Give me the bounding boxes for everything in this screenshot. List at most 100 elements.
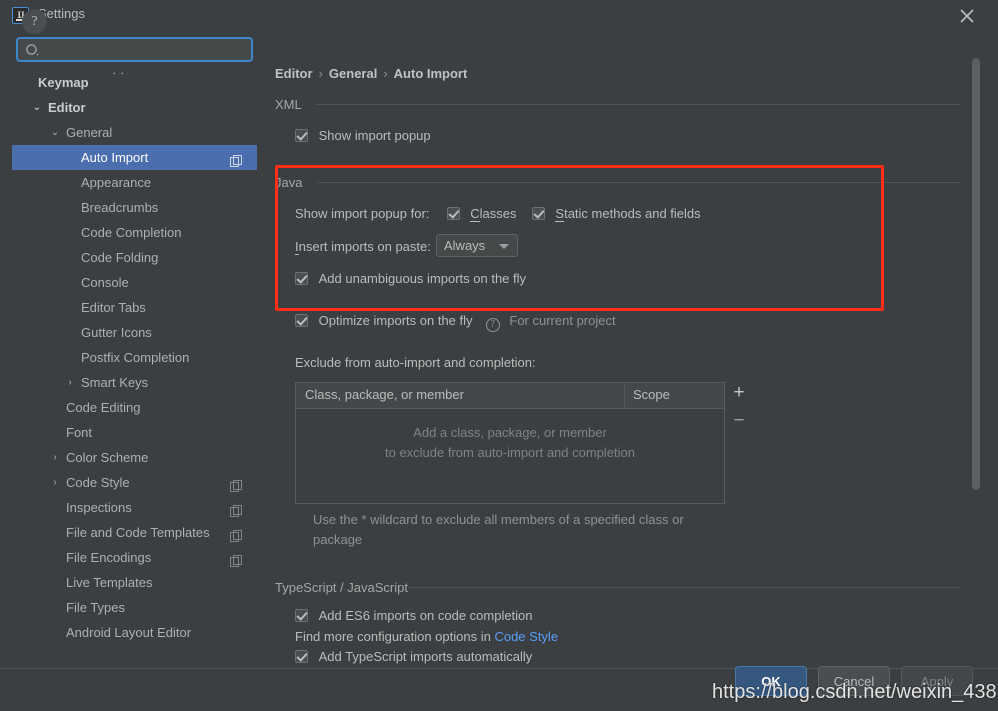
- dropdown-value-insert-imports: Always: [444, 238, 486, 253]
- sidebar-item-breadcrumbs[interactable]: Breadcrumbs: [12, 195, 257, 220]
- chevron-down-icon[interactable]: ⌄: [31, 95, 43, 120]
- sidebar-item-appearance[interactable]: Appearance: [12, 170, 257, 195]
- sidebar-item-label: Code Folding: [81, 250, 159, 265]
- checkbox-optimize-imports[interactable]: [295, 314, 308, 327]
- sidebar-item-label: Inspections: [66, 500, 132, 515]
- exclude-empty-line-1: Add a class, package, or member: [413, 425, 607, 440]
- checkbox-add-es6-imports[interactable]: [295, 609, 308, 622]
- exclude-table-header: Class, package, or member Scope: [296, 383, 724, 409]
- checkbox-label-static-methods-and-fields: Static methods and fields: [555, 206, 701, 222]
- remove-exclude-entry-button[interactable]: −: [729, 411, 749, 433]
- chevron-right-icon[interactable]: ›: [49, 470, 61, 495]
- sidebar-item-label: Gutter Icons: [81, 325, 152, 340]
- sidebar-item-inspections[interactable]: Inspections: [12, 495, 257, 520]
- checkbox-xml-show-import-popup[interactable]: [295, 129, 308, 142]
- column-divider[interactable]: [624, 383, 625, 409]
- help-button[interactable]: ?: [22, 9, 47, 34]
- breadcrumb-separator-1: ›: [318, 66, 323, 81]
- dropdown-insert-imports-on-paste[interactable]: Always: [436, 234, 518, 257]
- sidebar-item-font[interactable]: Font: [12, 420, 257, 445]
- search-icon: [25, 43, 41, 64]
- sidebar-item-label: Breadcrumbs: [81, 200, 159, 215]
- section-rule-java: [317, 182, 961, 183]
- sidebar-item-label: File Encodings: [66, 550, 152, 565]
- checkbox-row-xml-show-import-popup[interactable]: Show import popup: [295, 128, 431, 143]
- label-show-import-popup-for: Show import popup for:: [295, 206, 430, 221]
- settings-window-root: IJ Settings · · Keymap ⌄ Editor ⌄ Genera…: [0, 0, 998, 711]
- chevron-right-icon[interactable]: ›: [64, 370, 76, 395]
- checkbox-add-unambiguous-imports[interactable]: [295, 272, 308, 285]
- checkbox-static-methods-and-fields[interactable]: [531, 207, 545, 220]
- link-code-style-es6[interactable]: Code Style: [494, 629, 558, 644]
- sidebar-item-file-types[interactable]: File Types: [12, 595, 257, 620]
- sidebar-item-label: Console: [81, 275, 129, 290]
- breadcrumb-editor[interactable]: Editor: [275, 66, 313, 81]
- sidebar-item-editor-tabs[interactable]: Editor Tabs: [12, 295, 257, 320]
- sidebar-item-label: File Types: [66, 600, 126, 615]
- checkbox-label-add-es6-imports: Add ES6 imports on code completion: [318, 608, 533, 623]
- chevron-right-icon[interactable]: ›: [49, 445, 61, 470]
- section-title-xml: XML: [275, 97, 309, 112]
- checkbox-row-optimize-imports[interactable]: Optimize imports on the fly ? For curren…: [295, 313, 616, 332]
- sidebar-item-keymap[interactable]: Keymap: [12, 70, 257, 95]
- sidebar-item-code-style[interactable]: › Code Style: [12, 470, 257, 495]
- sidebar-item-color-scheme[interactable]: › Color Scheme: [12, 445, 257, 470]
- sidebar-item-code-completion[interactable]: Code Completion: [12, 220, 257, 245]
- checkbox-label-optimize-imports: Optimize imports on the fly: [318, 313, 473, 328]
- checkbox-row-ts-imports[interactable]: Add TypeScript imports automatically: [295, 649, 532, 664]
- hint-es6-prefix: Find more configuration options in: [295, 629, 495, 644]
- sidebar-item-code-editing[interactable]: Code Editing: [12, 395, 257, 420]
- sidebar-item-label: Live Templates: [66, 575, 153, 590]
- checkbox-row-add-unambiguous[interactable]: Add unambiguous imports on the fly: [295, 271, 526, 286]
- sidebar-item-label: Code Editing: [66, 400, 141, 415]
- checkbox-label-add-typescript-imports: Add TypeScript imports automatically: [318, 649, 533, 664]
- label-insert-imports-text: Insert imports on paste:: [295, 239, 431, 255]
- breadcrumb: Editor › General › Auto Import: [275, 66, 467, 81]
- close-icon[interactable]: [956, 6, 978, 26]
- sidebar-item-file-encodings[interactable]: File Encodings: [12, 545, 257, 570]
- checkbox-row-es6-imports[interactable]: Add ES6 imports on code completion: [295, 608, 533, 623]
- breadcrumb-auto-import: Auto Import: [393, 66, 468, 81]
- sidebar-item-label: General: [66, 125, 113, 140]
- sidebar-item-editor[interactable]: ⌄ Editor: [12, 95, 257, 120]
- column-header-class-package-member[interactable]: Class, package, or member: [305, 387, 464, 402]
- dialog-titlebar: IJ Settings: [0, 0, 998, 30]
- sidebar-item-general[interactable]: ⌄ General: [12, 120, 257, 145]
- sidebar-item-file-and-code-templates[interactable]: File and Code Templates: [12, 520, 257, 545]
- sidebar-item-label: Appearance: [81, 175, 152, 190]
- sidebar-item-label: Font: [66, 425, 93, 440]
- sidebar-item-postfix-completion[interactable]: Postfix Completion: [12, 345, 257, 370]
- main-scrollbar-thumb[interactable]: [972, 58, 980, 490]
- search-input[interactable]: [16, 37, 253, 62]
- sidebar-item-gutter-icons[interactable]: Gutter Icons: [12, 320, 257, 345]
- row-show-import-popup-for: Show import popup for: Classes Static me…: [295, 206, 701, 222]
- checkbox-label-add-unambiguous-imports: Add unambiguous imports on the fly: [318, 271, 527, 286]
- breadcrumb-separator-2: ›: [383, 66, 388, 81]
- sidebar-item-live-templates[interactable]: Live Templates: [12, 570, 257, 595]
- exclude-table[interactable]: Class, package, or member Scope Add a cl…: [295, 382, 725, 504]
- add-exclude-entry-button[interactable]: +: [729, 383, 749, 405]
- sidebar-item-smart-keys[interactable]: › Smart Keys: [12, 370, 257, 395]
- section-title-ts-js: TypeScript / JavaScript: [275, 580, 415, 595]
- hint-es6-code-style: Find more configuration options in Code …: [295, 629, 558, 644]
- chevron-down-icon[interactable]: ⌄: [49, 120, 61, 145]
- checkbox-add-typescript-imports[interactable]: [295, 650, 308, 663]
- settings-tree-list: Keymap ⌄ Editor ⌄ General Auto Import Appearan…: [12, 70, 257, 645]
- sidebar-item-label: Smart Keys: [81, 375, 149, 390]
- sidebar-item-console[interactable]: Console: [12, 270, 257, 295]
- sidebar-item-label: File and Code Templates: [66, 525, 210, 540]
- sidebar-item-android-layout-editor[interactable]: Android Layout Editor: [12, 620, 257, 645]
- sidebar-item-auto-import[interactable]: Auto Import: [12, 145, 257, 170]
- section-rule-ts-js: [409, 587, 961, 588]
- question-mark-icon[interactable]: ?: [485, 318, 500, 332]
- sidebar-item-label: Postfix Completion: [81, 350, 190, 365]
- checkbox-classes[interactable]: [446, 207, 460, 220]
- settings-main-panel: Editor › General › Auto Import XML Show impo…: [257, 30, 986, 668]
- breadcrumb-general[interactable]: General: [329, 66, 377, 81]
- exclude-table-empty-state: Add a class, package, or member to exclu…: [296, 423, 724, 463]
- column-header-scope[interactable]: Scope: [633, 387, 670, 402]
- sidebar-item-label: Code Style: [66, 475, 130, 490]
- settings-sidebar: · · Keymap ⌄ Editor ⌄ General Auto Import Appe…: [12, 30, 268, 668]
- watermark-text: https://blog.csdn.net/weixin_43876684: [712, 681, 998, 703]
- sidebar-item-code-folding[interactable]: Code Folding: [12, 245, 257, 270]
